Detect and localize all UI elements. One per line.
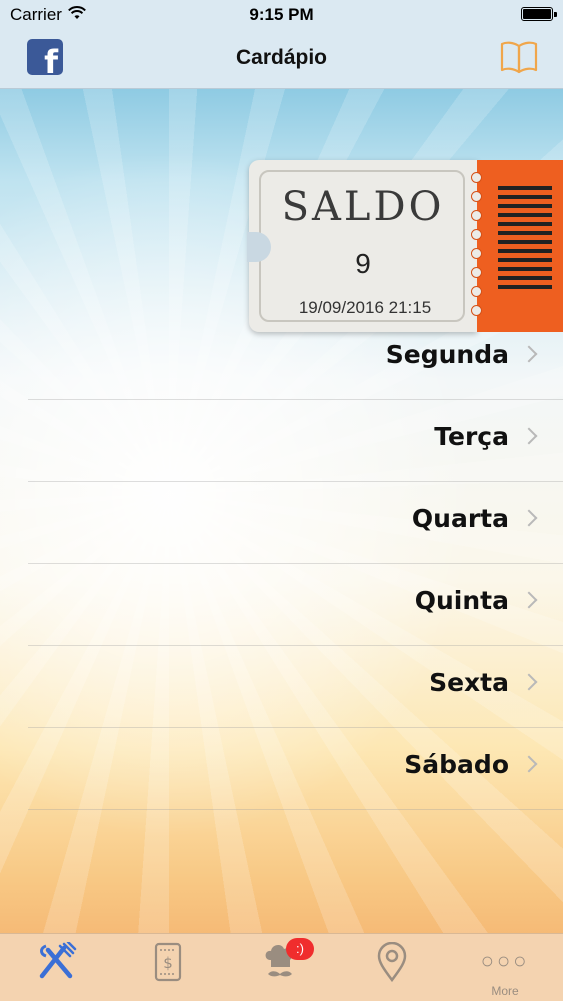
chevron-right-icon [520, 427, 538, 445]
day-list: Segunda Terça Quarta Quinta Sexta Sábado [28, 318, 563, 810]
notification-badge: :) [286, 938, 314, 960]
list-item-quarta[interactable]: Quarta [28, 482, 563, 564]
list-item-sexta[interactable]: Sexta [28, 646, 563, 728]
barcode-icon [498, 186, 552, 304]
status-bar: Carrier 9:15 PM [0, 0, 563, 30]
book-icon[interactable] [499, 38, 539, 76]
ticket-stub [471, 160, 563, 332]
page-title: Cardápio [235, 46, 327, 69]
day-label: Sábado [404, 750, 509, 779]
fork-knife-icon [39, 942, 77, 979]
tab-location[interactable] [336, 934, 448, 1001]
clock: 9:15 PM [249, 5, 314, 24]
day-label: Terça [434, 422, 509, 451]
day-label: Quinta [414, 586, 509, 615]
tab-receipt[interactable]: $ [112, 934, 224, 1001]
tab-bar: $ :) ○○○ More [0, 933, 563, 1001]
navigation-bar: f Cardápio [0, 30, 563, 89]
chevron-right-icon [520, 345, 538, 363]
svg-text:$: $ [163, 954, 173, 972]
balance-value: 9 [355, 248, 371, 279]
day-label: Sexta [429, 668, 509, 697]
chevron-right-icon [520, 755, 538, 773]
tab-label-more: More [491, 984, 519, 998]
tab-menu[interactable] [0, 934, 112, 1001]
list-item-segunda[interactable]: Segunda [28, 318, 563, 400]
ticket-body: SALDO 9 19/09/2016 21:15 [247, 160, 477, 332]
list-item-quinta[interactable]: Quinta [28, 564, 563, 646]
tab-chef[interactable]: :) [224, 934, 336, 1001]
day-label: Quarta [411, 504, 509, 533]
list-item-terca[interactable]: Terça [28, 400, 563, 482]
battery-icon [521, 7, 557, 21]
balance-ticket: SALDO 9 19/09/2016 21:15 [247, 160, 563, 332]
chevron-right-icon [520, 591, 538, 609]
list-item-sabado[interactable]: Sábado [28, 728, 563, 810]
balance-date: 19/09/2016 21:15 [298, 298, 432, 317]
receipt-icon: $ [154, 942, 182, 982]
balance-label: SALDO [281, 184, 445, 230]
location-pin-icon [377, 942, 407, 982]
more-icon: ○○○ [480, 948, 530, 973]
tab-more[interactable]: ○○○ More [449, 934, 561, 1001]
day-label: Segunda [385, 340, 509, 369]
chevron-right-icon [520, 509, 538, 527]
chevron-right-icon [520, 673, 538, 691]
